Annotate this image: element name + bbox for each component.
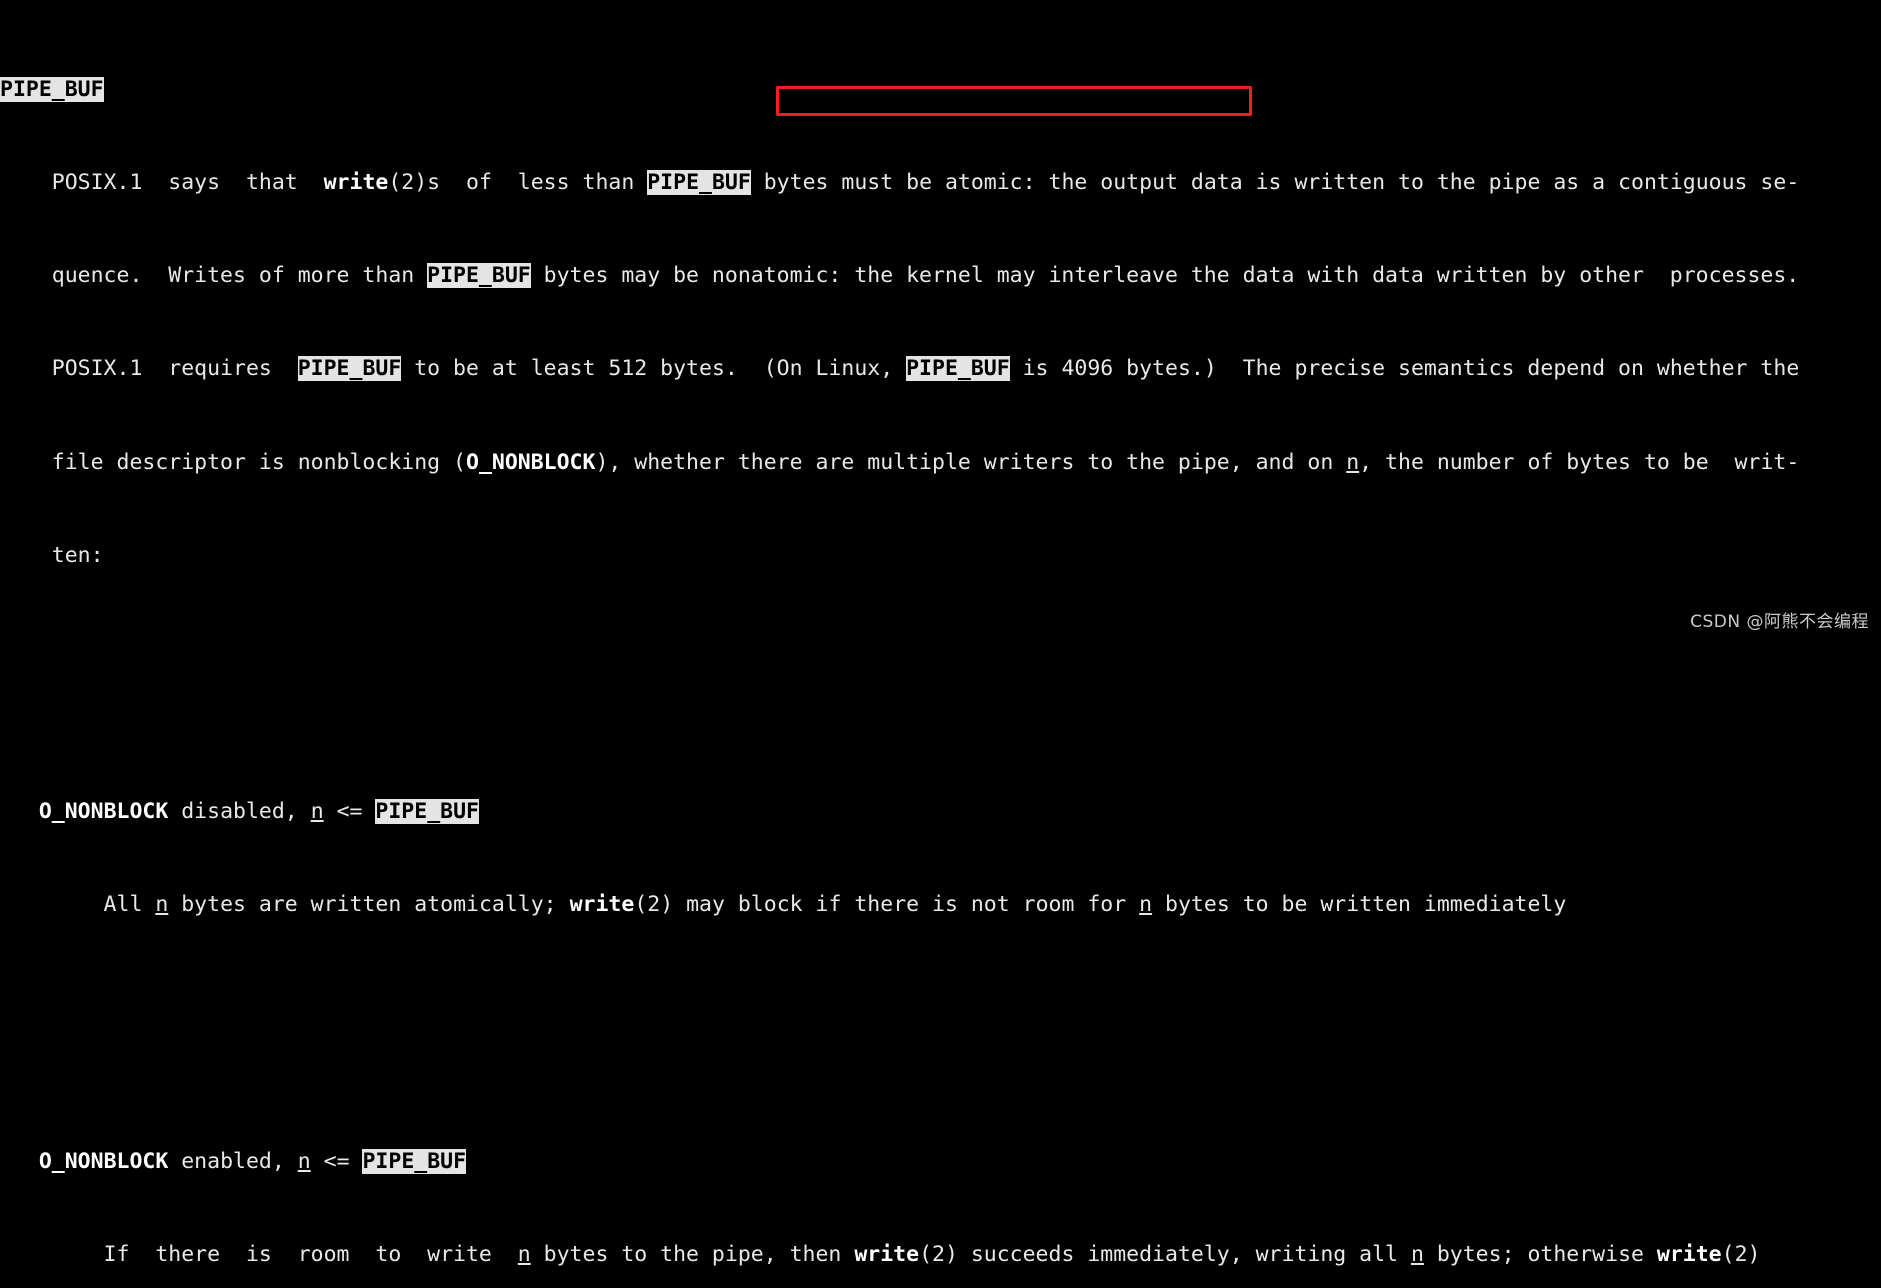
section1-body-line-1: All n bytes are written atomically; writ… [0,893,1799,916]
text-run: <= [310,1148,363,1174]
intro-line-3: POSIX.1 requires PIPE_BUF to be at least… [0,356,1800,382]
manpage-heading-line: PIPE_BUF [0,76,1799,102]
text-run: file descriptor is nonblocking ( [0,449,466,475]
text-run: ten: [0,542,104,568]
o-nonblock-token: O_NONBLOCK [38,1148,169,1174]
pipe-buf-token: PIPE_BUF [906,356,1010,382]
section2-body-line-1: If there is room to write n bytes to the… [0,1243,1799,1266]
text-run: (2) succeeds immediately, writing all [919,1241,1411,1267]
text-run: All [0,892,156,918]
text-run: <= [323,799,376,825]
pipe-buf-token: PIPE_BUF [375,799,479,825]
csdn-watermark: CSDN @阿熊不会编程 [1690,611,1869,632]
text-run: bytes must be atomic: the output data is… [750,170,1800,196]
pipe-buf-token: PIPE_BUF [647,170,751,196]
text-run: enabled, [168,1148,298,1174]
pipe-buf-token: PIPE_BUF [297,356,402,382]
write-syscall-ref: write [569,892,635,918]
write-syscall-ref: write [323,170,389,196]
text-run: POSIX.1 requires [0,356,298,382]
text-run: bytes to be written immediately [1152,892,1567,918]
n-variable: n [1410,1241,1424,1267]
text-run: bytes are written atomically; [168,892,570,918]
text-run: (2) [1721,1241,1761,1267]
write-syscall-ref: write [854,1241,920,1267]
text-run: , the number of bytes to be writ- [1359,449,1800,475]
text-run: is 4096 bytes.) The precise semantics de… [1009,356,1800,382]
text-run: quence. Writes of more than [0,263,428,289]
write-syscall-ref: write [1656,1241,1722,1267]
n-variable: n [310,799,324,825]
text-run: bytes may be nonatomic: the kernel may i… [530,263,1800,289]
text-run [0,799,39,824]
section1-heading: O_NONBLOCK disabled, n <= PIPE_BUF [0,799,1799,825]
pipe-buf-token: PIPE_BUF [427,263,531,289]
intro-line-2: quence. Writes of more than PIPE_BUF byt… [0,263,1800,289]
n-variable: n [517,1241,531,1267]
intro-line-1: POSIX.1 says that write(2)s of less than… [0,170,1800,196]
manpage-content: PIPE_BUF POSIX.1 says that write(2)s of … [0,8,1799,1288]
text-run: bytes to the pipe, then [530,1241,855,1267]
text-run: POSIX.1 says that [0,170,324,196]
text-run: (2)s of less than [388,170,648,196]
n-variable: n [1346,449,1360,475]
text-run: to be at least 512 bytes. (On Linux, [401,356,907,382]
section2-heading: O_NONBLOCK enabled, n <= PIPE_BUF [0,1148,1799,1174]
n-variable: n [297,1148,311,1174]
n-variable: n [155,892,169,918]
text-run: (2) may block if there is not room for [634,892,1140,918]
text-run: ), whether there are multiple writers to… [595,449,1347,475]
page-title: PIPE_BUF [0,76,104,102]
o-nonblock-token: O_NONBLOCK [466,449,596,475]
text-run: disabled, [168,799,311,825]
text-run [0,1149,39,1174]
n-variable: n [1139,892,1153,918]
pipe-buf-token: PIPE_BUF [362,1148,467,1174]
o-nonblock-token: O_NONBLOCK [38,799,169,825]
text-run: bytes; otherwise [1423,1241,1657,1267]
intro-line-4: file descriptor is nonblocking (O_NONBLO… [0,449,1800,475]
intro-line-5: ten: [0,544,1799,567]
terminal-manpage-view: PIPE_BUF POSIX.1 says that write(2)s of … [0,0,1881,1266]
text-run: If there is room to write [0,1241,518,1267]
